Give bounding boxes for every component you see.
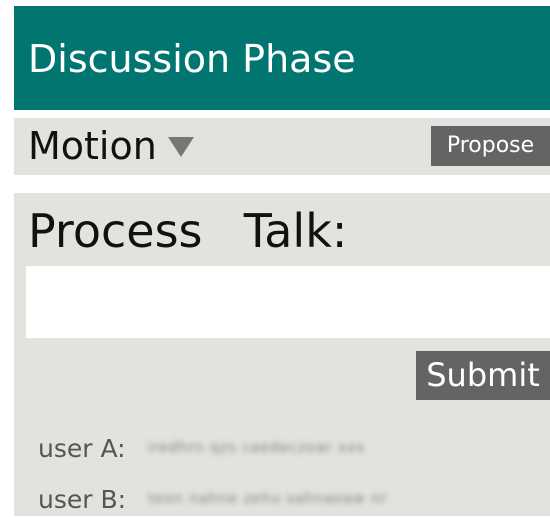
process-talk-panel: Process Talk: Submit user A: iredhrn qzs… xyxy=(14,193,550,516)
motion-bar: Motion Propose xyxy=(14,118,550,175)
list-item: user A: iredhrn qzs caedeczoar xxs xyxy=(38,430,365,466)
process-talk-title: Process Talk: xyxy=(28,204,348,258)
message-text: teon nahne zehu sahnaoaw nr xyxy=(148,491,388,507)
list-item: user B: teon nahne zehu sahnaoaw nr xyxy=(38,481,387,517)
triangle-down-icon[interactable] xyxy=(168,137,194,157)
phase-header: Discussion Phase xyxy=(14,6,550,110)
propose-button[interactable]: Propose xyxy=(431,126,550,166)
motion-dropdown-label[interactable]: Motion xyxy=(28,123,157,169)
message-user: user A: xyxy=(38,433,126,463)
message-text: iredhrn qzs caedeczoar xxs xyxy=(147,440,365,456)
message-user: user B: xyxy=(38,484,127,514)
phase-title: Discussion Phase xyxy=(28,37,356,81)
submit-button[interactable]: Submit xyxy=(416,351,550,400)
process-talk-input[interactable] xyxy=(26,266,550,338)
